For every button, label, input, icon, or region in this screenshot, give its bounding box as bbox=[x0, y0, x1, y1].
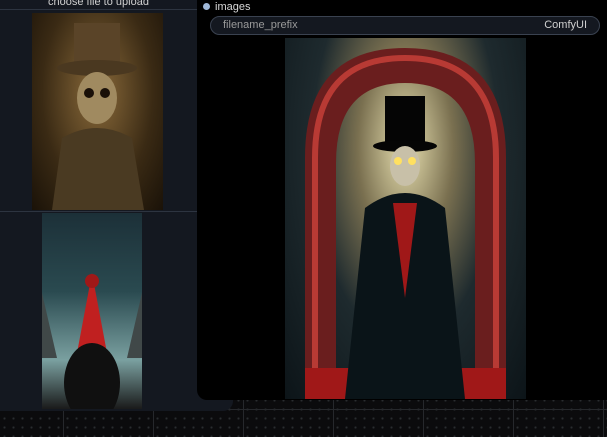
choose-file-button[interactable]: choose file to upload bbox=[0, 0, 197, 10]
image-preview-red-robes[interactable] bbox=[42, 213, 142, 423]
input-slot-dot-icon[interactable] bbox=[203, 3, 210, 10]
image-preview-skeleton-sepia[interactable] bbox=[32, 13, 163, 210]
filename-prefix-field[interactable]: filename_prefix ComfyUI bbox=[210, 16, 600, 35]
save-image-node[interactable]: images filename_prefix ComfyUI bbox=[197, 0, 607, 400]
field-name: filename_prefix bbox=[223, 19, 298, 31]
images-input-label: images bbox=[215, 1, 251, 13]
field-value: ComfyUI bbox=[544, 19, 587, 31]
divider bbox=[0, 211, 197, 212]
output-image-preview[interactable] bbox=[285, 38, 526, 399]
